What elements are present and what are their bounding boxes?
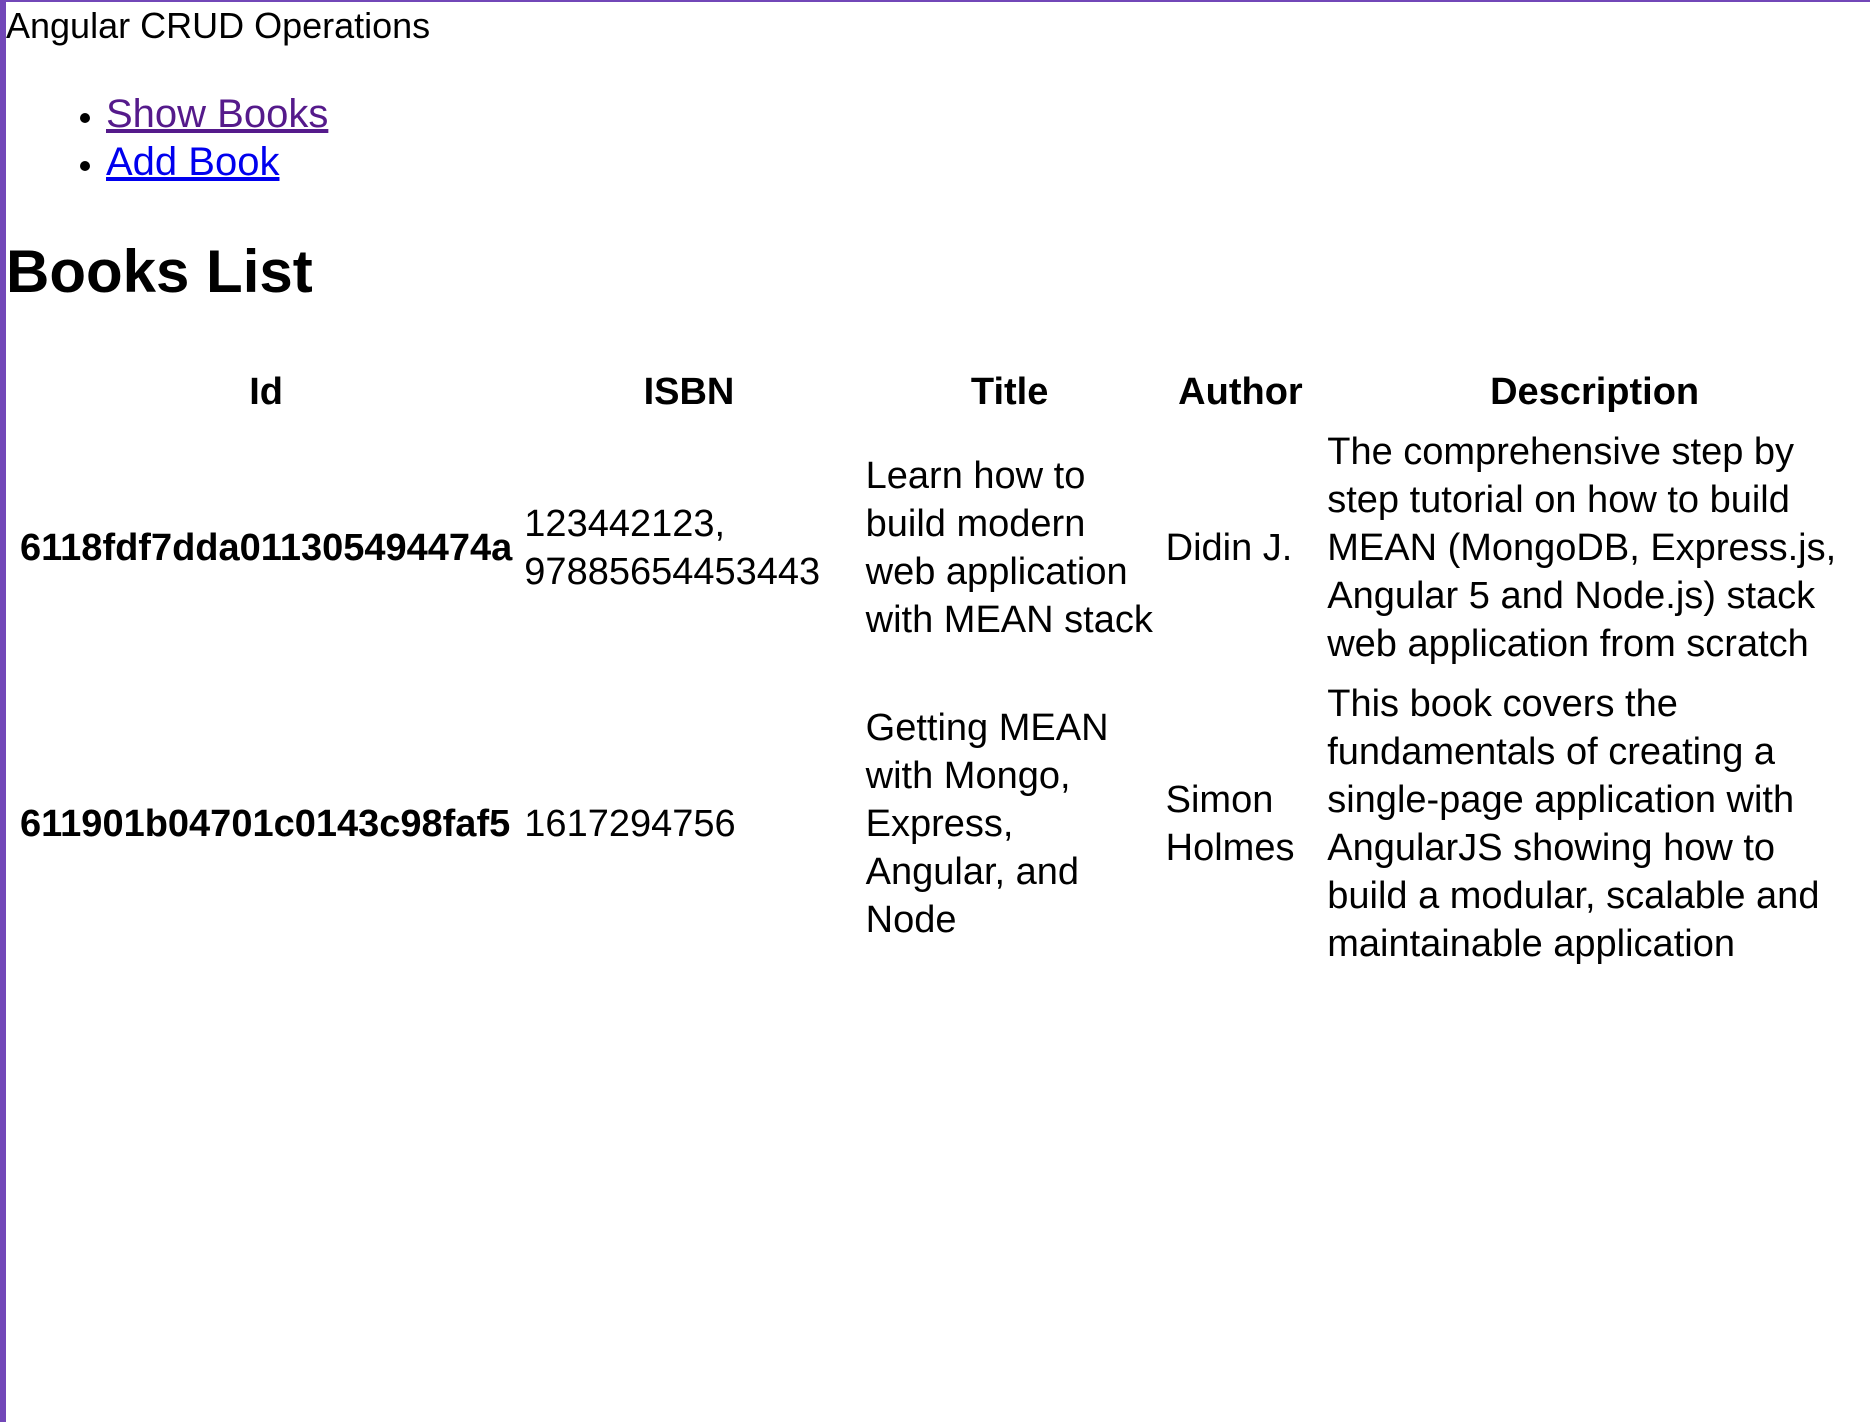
- header-title: Title: [970, 371, 1049, 413]
- table-header-row: Id ISBN Title Author Description: [16, 364, 1866, 420]
- cell-isbn: 1617294756: [524, 803, 736, 845]
- header-author: Author: [1178, 371, 1303, 413]
- cell-author: Didin J.: [1165, 527, 1293, 569]
- cell-title: Getting MEAN with Mongo, Express, Angula…: [865, 707, 1109, 941]
- cell-isbn: 123442123, 97885654453443: [524, 503, 821, 593]
- books-table: Id ISBN Title Author Description 6118fdf…: [12, 360, 1870, 976]
- show-books-link[interactable]: Show Books: [106, 92, 328, 136]
- header-description: Description: [1490, 371, 1700, 413]
- header-id: Id: [249, 371, 284, 413]
- page-title: Books List: [6, 238, 313, 305]
- cell-description: This book covers the fundamentals of cre…: [1327, 683, 1820, 965]
- cell-description: The comprehensive step by step tutorial …: [1327, 431, 1837, 665]
- table-row: 611901b04701c0143c98faf5 1617294756 Gett…: [16, 676, 1866, 972]
- add-book-link[interactable]: Add Book: [106, 140, 279, 184]
- app-root: Angular CRUD Operations Show Books Add B…: [6, 0, 1870, 1422]
- nav-item-show-books: Show Books: [106, 90, 328, 138]
- cell-title: Learn how to build modern web applicatio…: [865, 455, 1153, 641]
- header-isbn: ISBN: [643, 371, 735, 413]
- app-title: Angular CRUD Operations: [6, 5, 431, 46]
- nav-item-add-book: Add Book: [106, 138, 328, 186]
- cell-id: 6118fdf7dda011305494474a: [20, 527, 513, 569]
- cell-author: Simon Holmes: [1165, 779, 1295, 869]
- cell-id: 611901b04701c0143c98faf5: [20, 803, 511, 845]
- table-row: 6118fdf7dda011305494474a 123442123, 9788…: [16, 424, 1866, 672]
- nav-menu: Show Books Add Book: [6, 90, 328, 186]
